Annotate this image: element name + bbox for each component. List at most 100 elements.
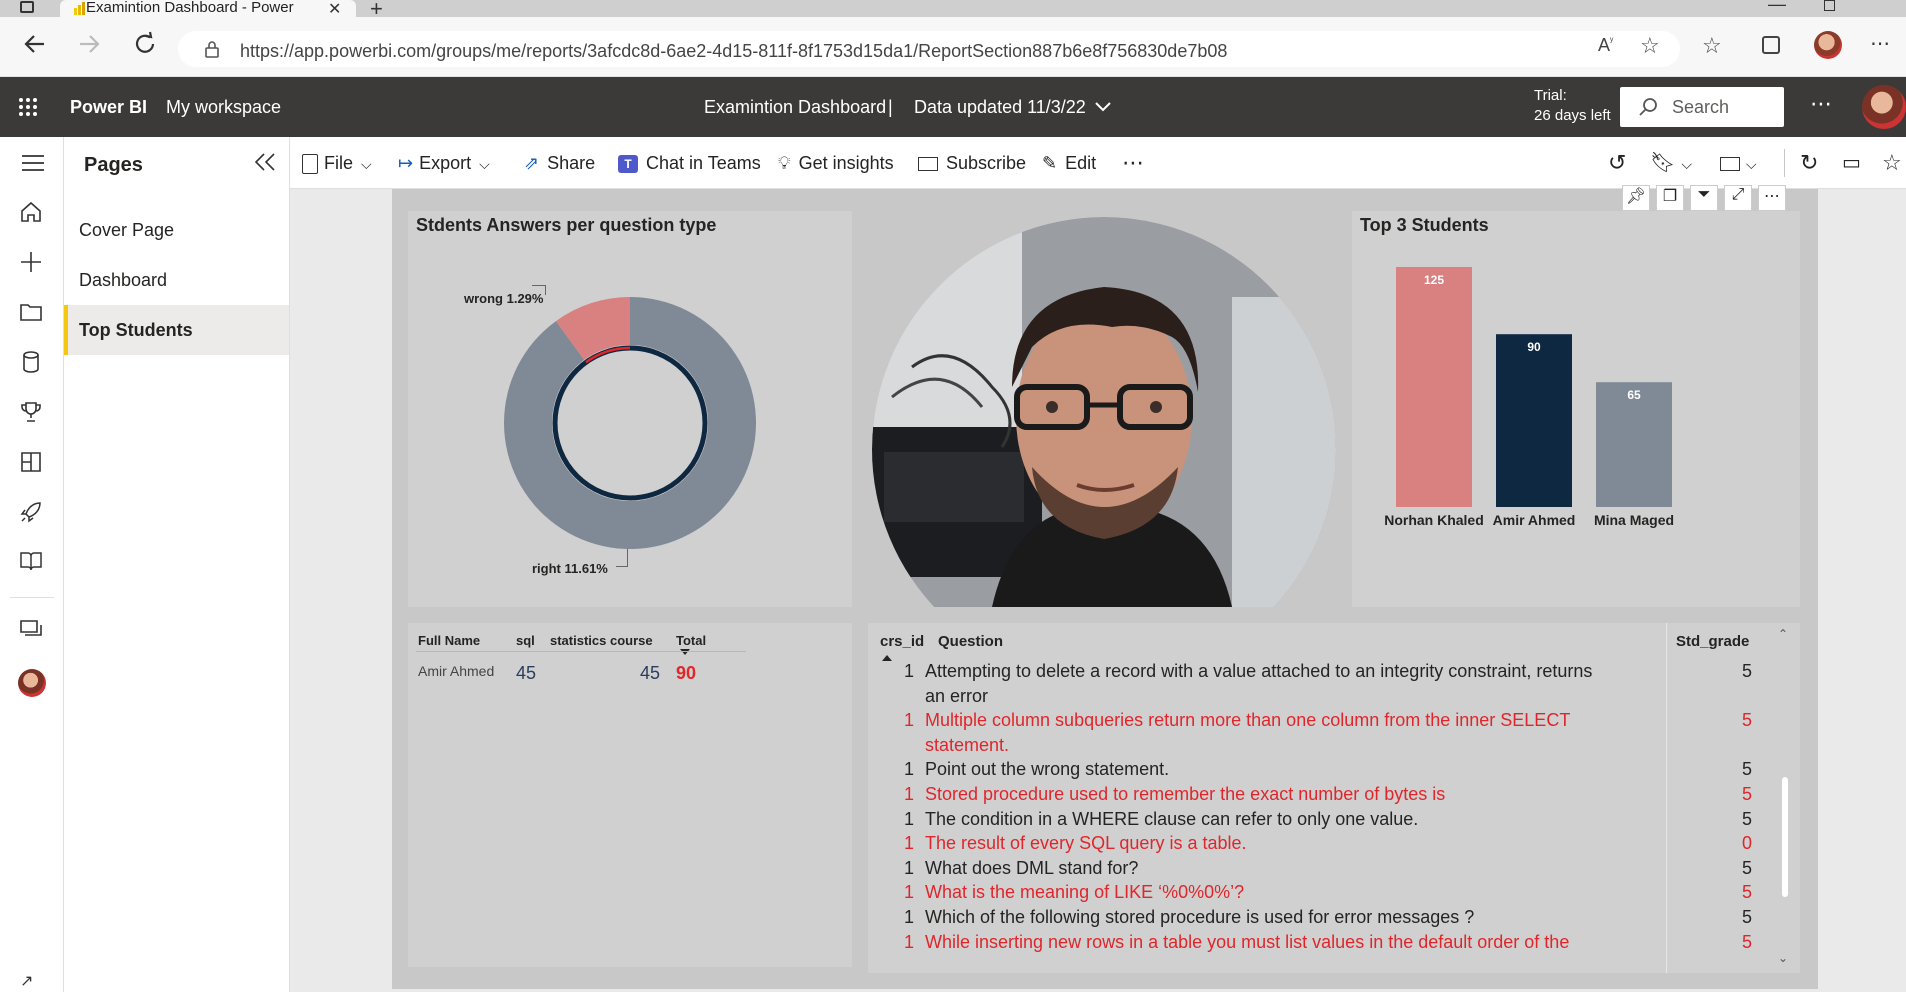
- create-icon[interactable]: [20, 251, 42, 273]
- more-commands-icon[interactable]: ⋯: [1122, 137, 1144, 189]
- search-placeholder: Search: [1672, 97, 1730, 117]
- cell-crs-id: 1: [904, 833, 915, 854]
- bar-chart: 125 Norhan Khaled 90 Amir Ahmed 65 Mina Maged: [1384, 267, 1674, 528]
- trial-label: Trial:: [1534, 87, 1567, 104]
- workspace-link[interactable]: My workspace: [166, 97, 281, 118]
- favorites-icon[interactable]: ☆: [1702, 33, 1722, 59]
- donut-chart-visual[interactable]: Stdents Answers per question type wrong …: [408, 211, 852, 607]
- page-top-students[interactable]: Top Students: [64, 305, 289, 355]
- refresh-visuals-icon[interactable]: ↻: [1800, 137, 1818, 189]
- pin-icon[interactable]: 📌︎: [1622, 185, 1650, 211]
- expand-rail-icon[interactable]: ↗: [20, 971, 33, 991]
- back-icon[interactable]: [22, 31, 48, 57]
- questions-header-crsid[interactable]: crs_id: [880, 633, 924, 650]
- chat-in-teams-button[interactable]: T Chat in Teams: [618, 137, 761, 189]
- bar-data-label: 65: [1627, 388, 1641, 402]
- questions-header-grade[interactable]: Std_grade: [1676, 633, 1749, 650]
- apps-icon[interactable]: [20, 451, 42, 473]
- refresh-icon[interactable]: [132, 31, 158, 57]
- bookmark-icon[interactable]: 🔖︎ ⌵: [1650, 137, 1692, 189]
- trial-days-left[interactable]: 26 days left: [1534, 107, 1611, 124]
- table-row[interactable]: 1 Which of the following stored procedure…: [868, 907, 1768, 932]
- questions-header-question[interactable]: Question: [938, 633, 1003, 650]
- cell-question: What does DML stand for?: [925, 857, 1139, 878]
- browser-tab[interactable]: Examintion Dashboard - Power BI ✕: [60, 0, 356, 18]
- hamburger-icon[interactable]: [22, 155, 44, 171]
- learn-book-icon[interactable]: [20, 551, 42, 571]
- table-row[interactable]: 1 What is the meaning of LIKE ‘%0%0%’? 5: [868, 882, 1768, 907]
- chevron-down-icon[interactable]: [1094, 101, 1112, 113]
- export-menu[interactable]: ↦ Export ⌵: [398, 137, 490, 189]
- more-visual-options-icon[interactable]: ⋯: [1758, 185, 1786, 211]
- rail-divider: [10, 597, 54, 598]
- questions-rows: 1 Attempting to delete a record with a va…: [868, 661, 1768, 973]
- goals-trophy-icon[interactable]: [20, 401, 42, 423]
- search-input[interactable]: Search: [1620, 87, 1784, 127]
- deployment-rocket-icon[interactable]: [20, 501, 42, 523]
- bar-norhan-khaled[interactable]: [1396, 267, 1472, 507]
- edit-button[interactable]: ✎ Edit: [1042, 137, 1096, 189]
- pages-title: Pages: [84, 154, 143, 176]
- summary-header-total[interactable]: Total: [676, 633, 706, 648]
- table-row[interactable]: 1 Stored procedure used to remember the e…: [868, 784, 1768, 809]
- scroll-down-icon[interactable]: ⌄: [1778, 951, 1788, 965]
- command-bar: File ⌵ ↦ Export ⌵ ⇗ Share T Chat in Teams 💡︎ G…: [290, 137, 1906, 189]
- browse-folder-icon[interactable]: [20, 303, 42, 321]
- file-menu[interactable]: File ⌵: [302, 137, 372, 189]
- forward-icon[interactable]: [76, 31, 102, 57]
- summary-table-visual[interactable]: Full Name sql statistics course Total Am…: [408, 623, 852, 967]
- table-scrollbar[interactable]: ⌃ ⌄: [1776, 627, 1794, 967]
- focus-mode-icon[interactable]: ⤢: [1724, 185, 1752, 211]
- page-cover-page[interactable]: Cover Page: [64, 205, 289, 255]
- current-workspace-avatar[interactable]: [18, 669, 46, 697]
- table-row[interactable]: 1 Attempting to delete a record with a va…: [868, 661, 1768, 710]
- page-dashboard[interactable]: Dashboard: [64, 255, 289, 305]
- cell-question: Multiple column subqueries return more t…: [925, 710, 1571, 731]
- browser-menu-icon[interactable]: ⋯: [1870, 31, 1890, 56]
- summary-header-statistics[interactable]: statistics course: [550, 633, 653, 648]
- cell-grade: 5: [1742, 759, 1753, 780]
- minimize-icon[interactable]: —: [1768, 0, 1786, 15]
- table-row[interactable]: 1 Multiple column subqueries return more …: [868, 710, 1768, 759]
- share-button[interactable]: ⇗ Share: [524, 137, 595, 189]
- tab-actions-icon[interactable]: [20, 1, 34, 13]
- datahub-icon[interactable]: [22, 351, 40, 373]
- get-insights-button[interactable]: 💡︎ Get insights: [778, 137, 894, 189]
- cell-crs-id: 1: [904, 759, 915, 780]
- bar-data-label: 125: [1424, 273, 1444, 287]
- bar-chart-visual[interactable]: Top 3 Students 125 Norhan Khaled 90 Amir Ah…: [1352, 211, 1800, 607]
- app-name[interactable]: Power BI: [70, 97, 147, 118]
- collapse-pages-icon[interactable]: [254, 152, 276, 172]
- summary-header-fullname[interactable]: Full Name: [418, 633, 480, 648]
- profile-avatar[interactable]: [1814, 31, 1842, 59]
- summary-header-sql[interactable]: sql: [516, 633, 535, 648]
- table-row[interactable]: 1 What does DML stand for? 5: [868, 858, 1768, 883]
- scroll-up-icon[interactable]: ⌃: [1778, 627, 1788, 641]
- favorite-report-icon[interactable]: ☆: [1882, 137, 1902, 189]
- filter-icon[interactable]: ⏷: [1690, 185, 1718, 211]
- table-row[interactable]: 1 The result of every SQL query is a tabl…: [868, 833, 1768, 858]
- workspaces-icon[interactable]: [20, 619, 42, 639]
- reset-icon[interactable]: ↺: [1608, 137, 1626, 189]
- more-options-icon[interactable]: ⋯: [1810, 91, 1832, 117]
- bar-amir-ahmed[interactable]: [1496, 334, 1572, 507]
- comment-icon[interactable]: ▭: [1842, 137, 1861, 189]
- report-title: Examintion Dashboard: [704, 97, 887, 117]
- scrollbar-thumb[interactable]: [1782, 777, 1788, 897]
- data-updated-dropdown[interactable]: Data updated 11/3/22: [914, 97, 1086, 118]
- read-aloud-icon[interactable]: Aʸ: [1598, 35, 1613, 56]
- subscribe-button[interactable]: Subscribe: [918, 137, 1026, 189]
- table-row[interactable]: 1 While inserting new rows in a table you…: [868, 932, 1768, 957]
- table-row[interactable]: 1 The condition in a WHERE clause can ref…: [868, 809, 1768, 834]
- restore-icon[interactable]: [1824, 0, 1835, 11]
- add-favorite-icon[interactable]: ☆: [1640, 33, 1660, 59]
- app-launcher-icon[interactable]: [18, 97, 38, 117]
- questions-table-visual[interactable]: crs_id Question Std_grade 1 Attempting to…: [868, 623, 1800, 973]
- view-icon[interactable]: ⌵: [1720, 137, 1757, 189]
- user-avatar[interactable]: [1862, 85, 1906, 129]
- table-row[interactable]: 1 Point out the wrong statement. 5: [868, 759, 1768, 784]
- copy-icon[interactable]: ❐: [1656, 185, 1684, 211]
- home-icon[interactable]: [20, 201, 42, 223]
- collections-icon[interactable]: [1762, 36, 1780, 54]
- cell-grade: 5: [1742, 907, 1753, 927]
